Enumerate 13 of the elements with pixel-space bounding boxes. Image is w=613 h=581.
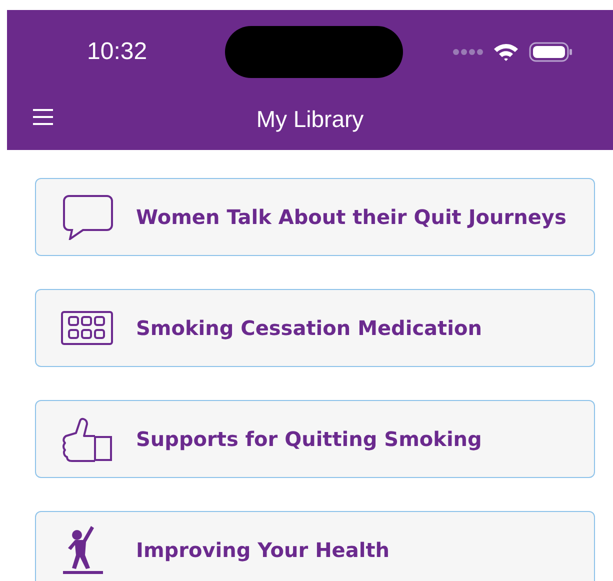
library-item[interactable]: Smoking Cessation Medication <box>35 289 595 367</box>
battery-icon <box>529 42 573 62</box>
pill-pack-icon <box>61 311 113 345</box>
status-time: 10:32 <box>87 38 148 66</box>
thumbs-up-icon <box>61 416 113 462</box>
speech-bubble-icon <box>61 194 113 240</box>
library-item[interactable]: Supports for Quitting Smoking <box>35 400 595 478</box>
library-item[interactable]: Women Talk About their Quit Journeys <box>35 178 595 256</box>
menu-icon[interactable] <box>32 108 54 126</box>
page-title: My Library <box>256 106 364 132</box>
signal-icon <box>453 48 483 56</box>
wifi-icon <box>493 42 519 62</box>
library-item[interactable]: Improving Your Health <box>35 511 595 581</box>
